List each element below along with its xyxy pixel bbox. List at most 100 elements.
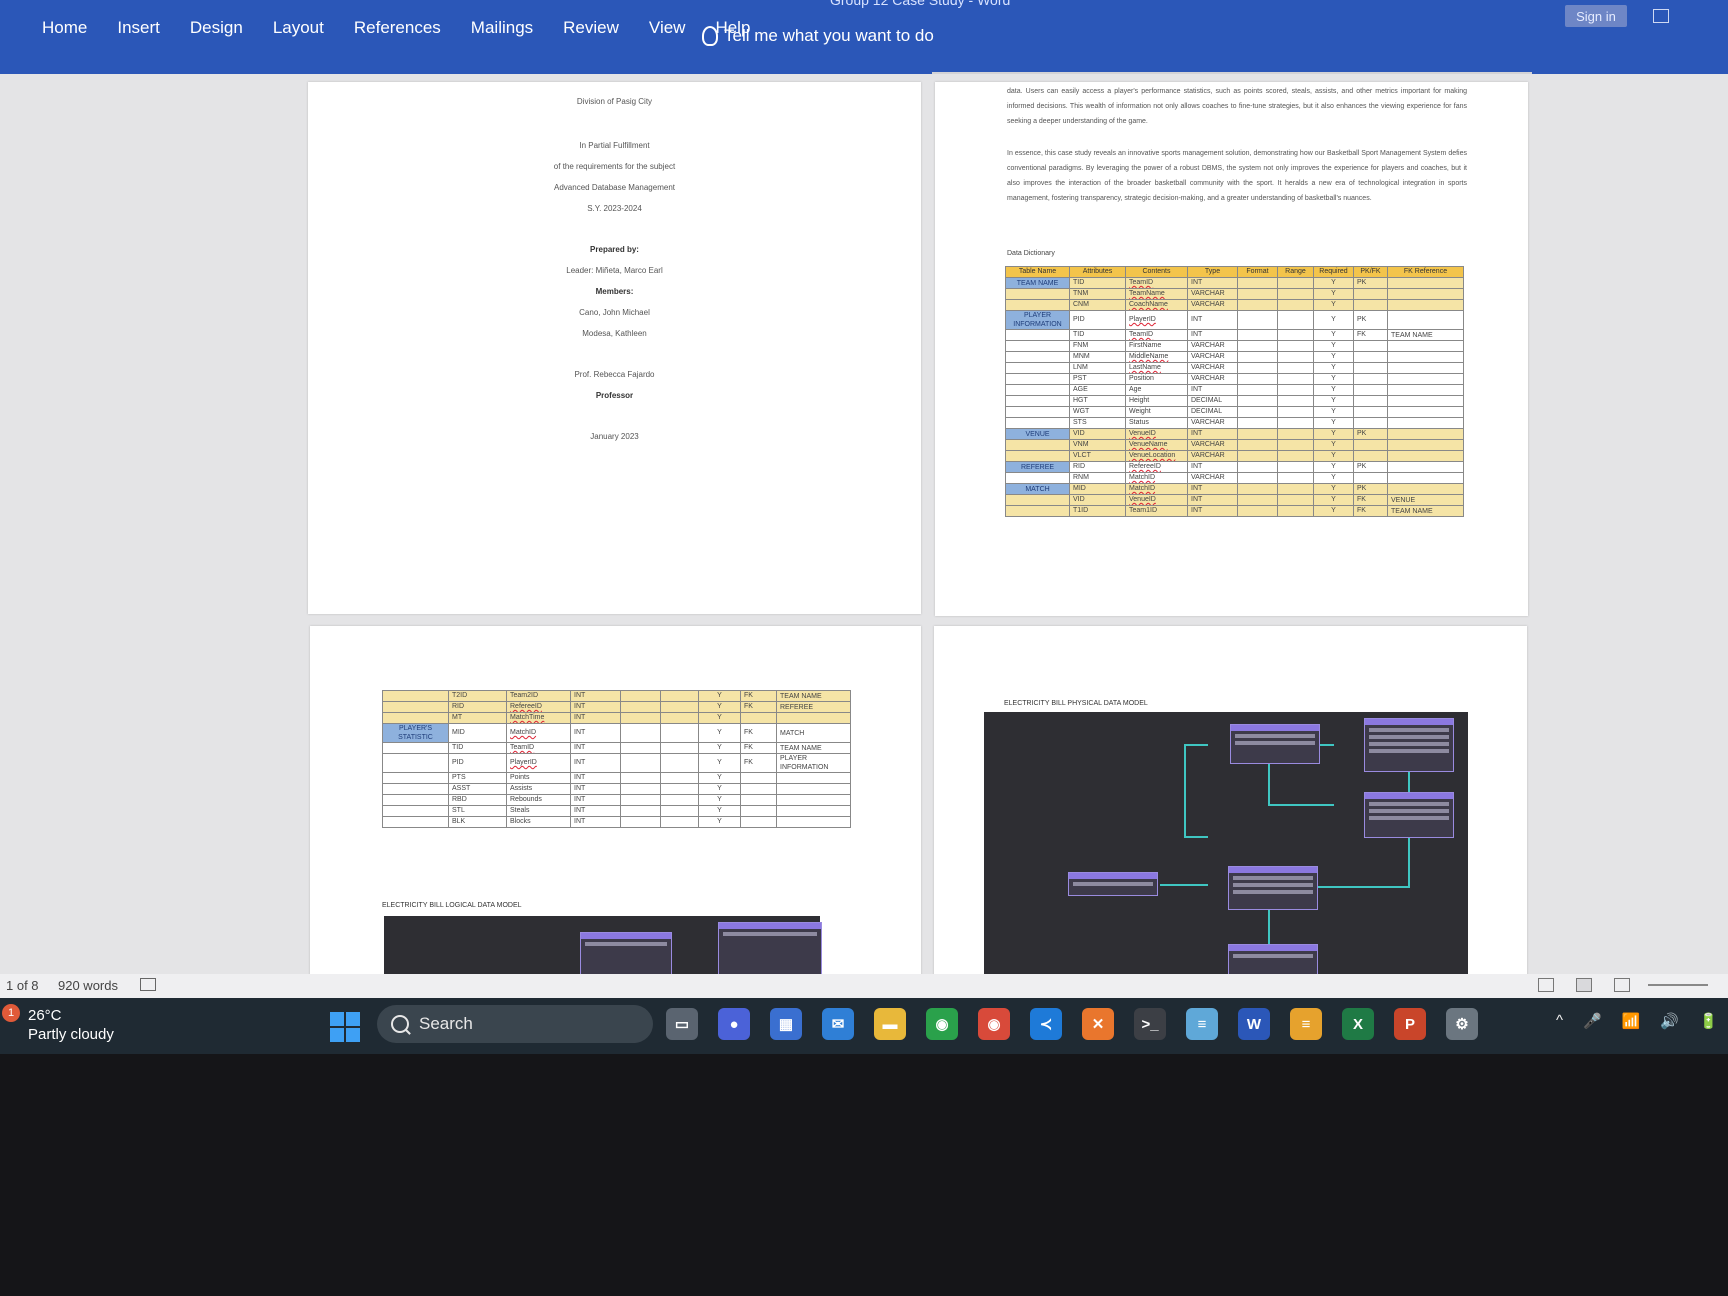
document-canvas[interactable]: Division of Pasig City In Partial Fulfil…	[0, 74, 1728, 976]
table-cell	[1277, 450, 1314, 462]
table-cell: Y	[1313, 472, 1354, 484]
table-cell: Team1ID	[1125, 505, 1188, 517]
table-cell: VNM	[1069, 439, 1126, 451]
table-row: PLAYER INFORMATION PID PlayerID INT Y PK	[1005, 310, 1464, 330]
table-cell	[1237, 310, 1278, 330]
page-cover[interactable]: Division of Pasig City In Partial Fulfil…	[308, 82, 921, 614]
chrome-profile-icon[interactable]: ◉	[978, 1008, 1010, 1040]
table-cell: Points	[506, 772, 571, 784]
proofing-icon[interactable]	[140, 978, 156, 991]
settings-icon[interactable]: ⚙	[1446, 1008, 1478, 1040]
cover-members-label: Members:	[595, 287, 634, 296]
read-mode-icon[interactable]	[1538, 978, 1554, 992]
search-icon	[391, 1015, 409, 1033]
page-physical-model[interactable]: ELECTRICITY BILL PHYSICAL DATA MODEL	[934, 626, 1527, 976]
meet-icon[interactable]: ●	[718, 1008, 750, 1040]
page-table-continued[interactable]: T2ID Team2ID INT Y FK TEAM NAME RID RefereeID IN…	[310, 626, 921, 976]
table-cell	[382, 742, 449, 754]
table-cell	[1277, 329, 1314, 341]
tab-mailings[interactable]: Mailings	[471, 18, 533, 38]
cover-prepared-by: Prepared by:	[590, 245, 639, 254]
tab-references[interactable]: References	[354, 18, 441, 38]
table-cell: Status	[1125, 417, 1188, 429]
tab-insert[interactable]: Insert	[117, 18, 160, 38]
ribbon-display-icon[interactable]	[1653, 9, 1669, 23]
table-cell	[1005, 472, 1070, 484]
excel-icon[interactable]: X	[1342, 1008, 1374, 1040]
table-cell	[660, 805, 699, 817]
weather-widget[interactable]: 26°C Partly cloudy	[28, 1006, 114, 1044]
web-layout-icon[interactable]	[1614, 978, 1630, 992]
db-icon[interactable]: ≡	[1290, 1008, 1322, 1040]
table-cell	[776, 805, 851, 817]
table-cell	[382, 701, 449, 713]
tray-overflow-icon[interactable]: ^	[1556, 1012, 1563, 1030]
table-cell	[1387, 395, 1464, 407]
vscode-icon[interactable]: ≺	[1030, 1008, 1062, 1040]
battery-icon[interactable]: 🔋	[1699, 1012, 1718, 1030]
table-cell	[620, 816, 661, 828]
taskbar-search[interactable]: Search	[377, 1005, 653, 1043]
table-cell: WGT	[1069, 406, 1126, 418]
table-cell	[382, 690, 449, 702]
table-cell	[1005, 351, 1070, 363]
tab-home[interactable]: Home	[42, 18, 87, 38]
terminal-icon[interactable]: >_	[1134, 1008, 1166, 1040]
table-row: TID TeamID INT Y FK TEAM NAME	[1005, 329, 1464, 341]
sign-in-button[interactable]: Sign in	[1565, 5, 1627, 27]
mail-icon[interactable]: ✉	[822, 1008, 854, 1040]
tell-me-box[interactable]: Tell me what you want to do	[702, 26, 934, 46]
tab-view[interactable]: View	[649, 18, 686, 38]
table-cell	[1353, 288, 1388, 300]
table-cell: RNM	[1069, 472, 1126, 484]
zoom-slider[interactable]	[1648, 984, 1708, 986]
table-cell	[620, 701, 661, 713]
table-cell	[620, 723, 661, 743]
task-view-icon[interactable]: ▭	[666, 1008, 698, 1040]
page-data-dictionary[interactable]: data. Users can easily access a player's…	[935, 82, 1528, 616]
tab-design[interactable]: Design	[190, 18, 243, 38]
word-count[interactable]: 920 words	[58, 978, 118, 993]
table-cell: VENUE	[1387, 494, 1464, 506]
word-icon[interactable]: W	[1238, 1008, 1270, 1040]
volume-icon[interactable]: 🔊	[1660, 1012, 1679, 1030]
notepad-icon[interactable]: ≡	[1186, 1008, 1218, 1040]
xampp-icon[interactable]: ✕	[1082, 1008, 1114, 1040]
table-row: WGT Weight DECIMAL Y	[1005, 406, 1464, 418]
table-cell: VenueLocation	[1125, 450, 1188, 462]
table-cell: MatchID	[1125, 472, 1188, 484]
erd-entity	[1228, 944, 1318, 976]
table-cell	[620, 794, 661, 806]
tab-layout[interactable]: Layout	[273, 18, 324, 38]
table-cell	[660, 816, 699, 828]
page-count[interactable]: 1 of 8	[6, 978, 39, 993]
search-label: Search	[419, 1014, 473, 1033]
table-row: TNM TeamName VARCHAR Y	[1005, 288, 1464, 300]
table-cell: Y	[1313, 439, 1354, 451]
erd-entity	[580, 932, 672, 976]
chrome-icon[interactable]: ◉	[926, 1008, 958, 1040]
windows-start-icon[interactable]	[330, 1012, 360, 1042]
table-name-cell: TEAM NAME	[1005, 277, 1070, 289]
table-cell: FNM	[1069, 340, 1126, 352]
microphone-icon[interactable]: 🎤	[1583, 1012, 1602, 1030]
tab-review[interactable]: Review	[563, 18, 619, 38]
table-row: VLCT VenueLocation VARCHAR Y	[1005, 450, 1464, 462]
table-cell	[1387, 373, 1464, 385]
print-layout-icon[interactable]	[1576, 978, 1592, 992]
table-cell: PID	[448, 753, 507, 773]
table-cell: Y	[1313, 406, 1354, 418]
powerpoint-icon[interactable]: P	[1394, 1008, 1426, 1040]
wifi-icon[interactable]: 📶	[1622, 1012, 1641, 1030]
table-cell	[1277, 406, 1314, 418]
table-cell: Y	[1313, 351, 1354, 363]
table-cell	[660, 783, 699, 795]
cover-requirements: of the requirements for the subject	[553, 162, 676, 171]
table-cell: Y	[1313, 310, 1354, 330]
table-cell	[1237, 299, 1278, 311]
table-cell	[1237, 483, 1278, 495]
store-icon[interactable]: ▦	[770, 1008, 802, 1040]
table-cell: TeamID	[1125, 277, 1188, 289]
cover-date: January 2023	[590, 432, 639, 441]
file-explorer-icon[interactable]: ▬	[874, 1008, 906, 1040]
